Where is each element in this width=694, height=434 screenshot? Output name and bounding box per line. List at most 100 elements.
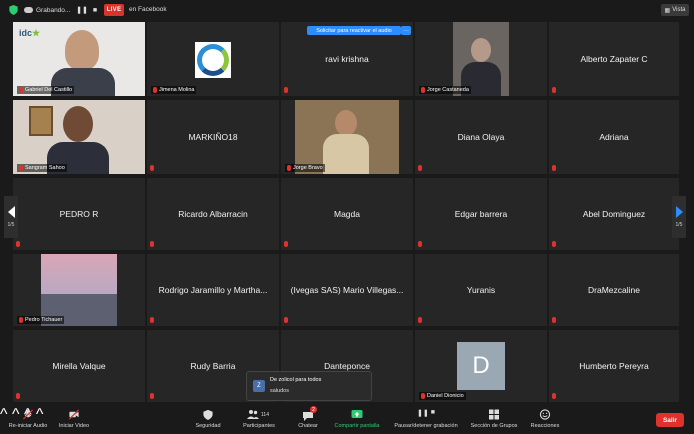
participant-name: Adriana: [599, 132, 629, 142]
next-page-button[interactable]: 1/5: [672, 196, 686, 238]
muted-mic-icon: [19, 87, 23, 93]
participant-name: (Ivegas SAS) Mario Villegas...: [290, 285, 404, 295]
person-silhouette: [335, 110, 357, 136]
stop-recording-icon[interactable]: ■: [89, 4, 101, 16]
participant-tile[interactable]: Jorge Bravo: [281, 100, 413, 174]
participant-name: MARKIÑO18: [188, 132, 238, 142]
chat-sender: De zolicol para todos: [270, 377, 322, 383]
muted-mic-icon: [150, 241, 154, 247]
participant-name-text: Gabriel Del Castillo: [25, 87, 73, 93]
muted-mic-icon: [421, 87, 425, 93]
live-target-label[interactable]: en Facebook: [129, 6, 167, 13]
participant-tile[interactable]: Abel Dominguez: [549, 178, 679, 250]
muted-mic-icon: [153, 87, 157, 93]
recording-controls-button[interactable]: ❚❚ ■ Pausar/detener grabación: [390, 409, 462, 433]
participant-tile[interactable]: Pedro Tichauer: [13, 254, 145, 326]
avatar-letter: D: [472, 352, 490, 379]
muted-mic-icon: [19, 165, 23, 171]
muted-mic-icon: [150, 165, 154, 171]
participants-count: 114: [261, 411, 269, 418]
breakout-rooms-label: Sección de Grupos: [470, 423, 518, 429]
participant-tile[interactable]: Adriana: [549, 100, 679, 174]
wall-frame: [29, 106, 53, 136]
view-button[interactable]: ▦ Vista: [661, 4, 689, 16]
participant-name: DraMezcaline: [588, 285, 640, 295]
page-indicator-right: 1/5: [675, 222, 683, 228]
sender-avatar: Z: [253, 380, 265, 392]
video-feed: idc★: [13, 22, 145, 96]
participant-tile[interactable]: MARKIÑO18: [147, 100, 279, 174]
start-video-button[interactable]: Iniciar Video: [56, 409, 92, 433]
recording-indicator: Grabando...: [24, 3, 74, 17]
muted-mic-icon: [16, 241, 20, 247]
participant-tile[interactable]: Yuranis: [415, 254, 547, 326]
participant-tile[interactable]: Humberto Pereyra: [549, 330, 679, 402]
participant-tile[interactable]: Alberto Zapater C: [549, 22, 679, 96]
chat-button[interactable]: 2 Chatear: [295, 406, 321, 433]
participant-tile[interactable]: (Ivegas SAS) Mario Villegas...: [281, 254, 413, 326]
participant-tile[interactable]: D Daniel Dionicio: [415, 330, 547, 402]
page-indicator-left: 1/5: [7, 222, 15, 228]
participant-tile[interactable]: Rodrigo Jaramillo y Martha...: [147, 254, 279, 326]
participant-name: Pedro Tichauer: [17, 316, 65, 324]
participant-tile[interactable]: Magda: [281, 178, 413, 250]
participant-tile[interactable]: Jorge Castaneda: [415, 22, 547, 96]
circle-logo: [197, 44, 229, 76]
unmute-label: Re-iniciar Audio: [8, 423, 48, 429]
participant-tile[interactable]: Sangram Sahoo: [13, 100, 145, 174]
chat-badge: 2: [310, 406, 317, 413]
video-feed: [295, 100, 399, 174]
video-feed: [13, 100, 145, 174]
people-icon: [247, 410, 259, 419]
person-silhouette: [471, 38, 491, 62]
muted-mic-icon: [19, 317, 23, 323]
participant-name-text: Sangram Sahoo: [25, 165, 65, 171]
participant-tile[interactable]: Jimena Molina: [147, 22, 279, 96]
participant-tile[interactable]: PEDRO R: [13, 178, 145, 250]
participant-tile[interactable]: Ricardo Albarracin: [147, 178, 279, 250]
muted-mic-icon: [418, 165, 422, 171]
muted-mic-icon: [150, 317, 154, 323]
request-unmute-button[interactable]: Solicitar para reactivar el audio: [307, 26, 401, 35]
participant-name-text: Jorge Castaneda: [427, 87, 469, 93]
participant-tile[interactable]: Mirella Valque: [13, 330, 145, 402]
muted-mic-icon: [421, 393, 425, 399]
share-screen-button[interactable]: Compartir pantalla: [330, 409, 384, 433]
shield-icon[interactable]: [9, 5, 18, 15]
participant-tile[interactable]: idc★ Gabriel Del Castillo: [13, 22, 145, 96]
participant-name-text: Daniel Dionicio: [427, 393, 464, 399]
muted-mic-icon: [418, 241, 422, 247]
live-badge: LIVE: [104, 4, 124, 16]
pause-icon: ❚❚: [417, 410, 429, 417]
security-button[interactable]: Seguridad: [192, 409, 224, 433]
more-options-icon[interactable]: ···: [401, 26, 411, 35]
reactions-button[interactable]: Reacciones: [528, 409, 562, 433]
person-body: [323, 134, 369, 174]
muted-mic-icon: [552, 393, 556, 399]
recording-controls-label: Pausar/detener grabación: [394, 423, 458, 429]
participant-name-text: Jimena Molina: [159, 87, 195, 93]
sky: [41, 254, 117, 294]
participant-tile[interactable]: Diana Olaya: [415, 100, 547, 174]
participant-name: Diana Olaya: [457, 132, 505, 142]
start-video-label: Iniciar Video: [58, 423, 90, 429]
recording-label: Grabando...: [36, 6, 71, 14]
participant-tile[interactable]: Edgar barrera: [415, 178, 547, 250]
participant-tile[interactable]: DraMezcaline: [549, 254, 679, 326]
participants-button[interactable]: 114 Participantes: [238, 409, 280, 433]
chat-notification[interactable]: Z De zolicol para todos saludos: [246, 371, 372, 401]
meeting-toolbar: Re-iniciar Audio ^ Iniciar Video ^ Segur…: [0, 406, 694, 434]
smiley-icon: [539, 409, 551, 420]
muted-mic-icon: [418, 317, 422, 323]
reactions-label: Reacciones: [530, 423, 560, 429]
prev-page-button[interactable]: 1/5: [4, 196, 18, 238]
leave-button[interactable]: Salir: [656, 413, 684, 427]
unmute-button[interactable]: Re-iniciar Audio: [6, 409, 50, 433]
pause-recording-icon[interactable]: ❚❚: [76, 4, 88, 16]
participant-name: Sangram Sahoo: [17, 164, 67, 172]
breakout-rooms-button[interactable]: Sección de Grupos: [468, 409, 520, 433]
chevron-right-icon: [675, 206, 683, 218]
chat-label: Chatear: [298, 423, 318, 429]
person-silhouette: [63, 106, 93, 142]
muted-mic-icon: [16, 393, 20, 399]
